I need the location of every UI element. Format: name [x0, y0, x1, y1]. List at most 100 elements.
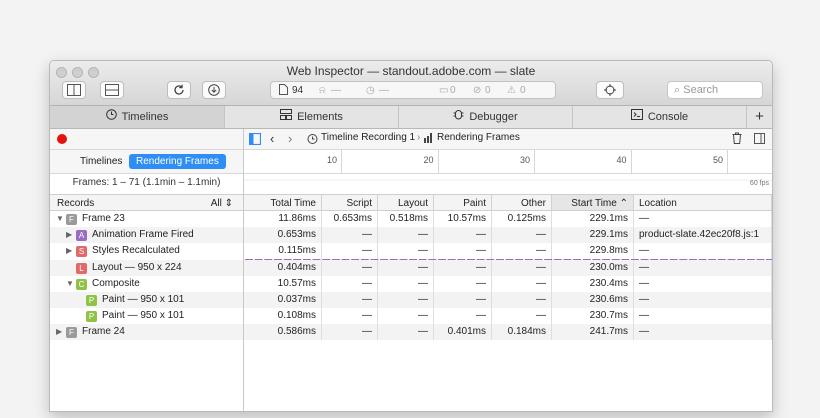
record-name: Layout — 950 x 224 [92, 261, 182, 273]
column-header-other[interactable]: Other [492, 194, 552, 211]
cell-layout: — [378, 324, 434, 341]
ruler-tick-label: 50 [713, 155, 724, 165]
document-icon [279, 84, 288, 97]
record-button[interactable] [57, 134, 67, 144]
search-field[interactable]: ⌕ Search [667, 81, 763, 99]
console-icon [630, 106, 643, 128]
toggle-navigation-sidebar-button[interactable] [248, 132, 262, 148]
column-header-label: Layout [397, 198, 428, 209]
error-count[interactable]: 0 [485, 84, 491, 97]
fps-label: 60 fps [749, 180, 769, 187]
tab-label: Debugger [469, 111, 518, 123]
frames-range-title: Frames: 1 – 71 (1.1min – 1.1min) [72, 177, 221, 188]
tab-elements[interactable]: Elements [225, 106, 399, 128]
column-header-start[interactable]: Start Time ⌃ [552, 194, 634, 211]
cell-location: — [634, 211, 772, 227]
record-type-badge-icon: L [76, 262, 87, 274]
disclosure-open-icon[interactable]: ▼ [66, 276, 76, 292]
cell-paint: — [434, 259, 492, 276]
trash-icon [732, 132, 742, 144]
rendering-frames-mode-button[interactable]: Rendering Frames [129, 154, 226, 169]
download-button[interactable] [202, 81, 226, 99]
cell-paint: 0.401ms [434, 324, 492, 341]
cell-script: — [322, 259, 378, 276]
table-row[interactable]: ▼ F Frame 23 11.86ms 0.653ms 0.518ms 10.57ms 0.… [50, 211, 772, 227]
record-type-badge-icon: C [76, 278, 87, 290]
record-name-cell: P Paint — 950 x 101 [50, 292, 244, 308]
updown-chevron-icon: ⇕ [224, 198, 233, 209]
reload-button[interactable] [167, 81, 191, 99]
cell-paint: — [434, 275, 492, 292]
tab-debugger[interactable]: Debugger [399, 106, 573, 128]
new-tab-button[interactable]: + [747, 106, 772, 128]
cell-location: — [634, 308, 772, 325]
clear-timeline-button[interactable] [732, 132, 742, 147]
disclosure-closed-icon[interactable]: ▶ [56, 324, 66, 340]
tab-console[interactable]: Console [573, 106, 747, 128]
table-row[interactable]: P Paint — 950 x 101 0.108ms — — — —230.7ms — [50, 308, 772, 325]
search-placeholder: Search [683, 84, 719, 96]
cell-layout: — [378, 275, 434, 292]
disclosure-closed-icon[interactable]: ▶ [66, 243, 76, 259]
forward-button[interactable]: › [288, 131, 292, 146]
cell-start: 229.8ms [552, 243, 634, 260]
table-row[interactable]: ▼ C Composite 10.57ms — — — —230.4ms — [50, 275, 772, 292]
cell-other: — [492, 308, 552, 325]
table-row[interactable]: ▶ A Animation Frame Fired 0.653ms — — — —229.1m… [50, 227, 772, 244]
record-name: Animation Frame Fired [92, 229, 194, 241]
cell-total: 0.037ms [244, 292, 322, 308]
column-header-total[interactable]: Total Time [244, 194, 322, 211]
toggle-details-sidebar-button[interactable] [754, 133, 765, 147]
disclosure-closed-icon[interactable]: ▶ [66, 227, 76, 243]
record-name-cell: ▶ S Styles Recalculated [50, 243, 244, 260]
inspect-element-button[interactable] [596, 81, 624, 99]
cell-script: — [322, 243, 378, 260]
dock-side-button[interactable] [100, 81, 124, 99]
ruler-tick-label: 10 [327, 155, 338, 165]
chevron-right-icon: › [288, 131, 293, 146]
cell-script: — [322, 324, 378, 341]
details-sidebar-icon [754, 133, 765, 144]
record-name: Styles Recalculated [92, 245, 180, 257]
record-type-badge-icon: A [76, 230, 87, 242]
activity-viewer: 94 ⍾ — ◷ — ▭ 0 ⊘ 0 ⚠ 0 [270, 81, 556, 99]
cell-other: — [492, 259, 552, 276]
breadcrumb-view[interactable]: Rendering Frames [437, 132, 520, 143]
dock-bottom-icon [105, 84, 119, 96]
ruler-tick-label: 40 [616, 155, 627, 165]
breadcrumb-recording[interactable]: Timeline Recording 1 [321, 132, 415, 143]
table-row[interactable]: ▶ S Styles Recalculated 0.115ms — — — —229.8ms — [50, 243, 772, 260]
table-row[interactable]: ▶ F Frame 24 0.586ms — —0.401ms 0.184ms 241.7ms… [50, 324, 772, 341]
table-row[interactable]: P Paint — 950 x 101 0.037ms — — — —230.6ms — [50, 292, 772, 308]
load-time: — [379, 85, 389, 96]
bar-chart-icon [424, 133, 434, 146]
cell-total: 0.404ms [244, 259, 322, 276]
timelines-mode-button[interactable]: Timelines [73, 154, 129, 169]
dock-bottom-button[interactable] [62, 81, 86, 99]
column-header-script[interactable]: Script [322, 194, 378, 211]
cell-layout: — [378, 259, 434, 276]
chevron-left-icon: ‹ [270, 131, 275, 146]
cell-start: 230.4ms [552, 275, 634, 292]
column-header-layout[interactable]: Layout [378, 194, 434, 211]
warning-count[interactable]: 0 [520, 84, 526, 97]
record-name-cell: ▶ F Frame 24 [50, 324, 244, 341]
reload-icon [174, 84, 184, 95]
resource-count[interactable]: 94 [292, 84, 303, 97]
records-filter[interactable]: All ⇕ [211, 195, 233, 212]
log-count[interactable]: 0 [450, 84, 456, 97]
column-header-location[interactable]: Location [634, 194, 772, 211]
back-button[interactable]: ‹ [270, 131, 274, 146]
cell-total: 0.115ms [244, 243, 322, 260]
ruler-tick [341, 150, 342, 173]
record-name: Frame 24 [82, 326, 125, 338]
ruler-tick [727, 150, 728, 173]
column-header-paint[interactable]: Paint [434, 194, 492, 211]
table-row[interactable]: L Layout — 950 x 224 0.404ms — — — —230.0ms — [50, 259, 772, 276]
cell-script: — [322, 227, 378, 244]
tab-timelines[interactable]: Timelines [50, 106, 225, 128]
disclosure-open-icon[interactable]: ▼ [56, 211, 66, 227]
record-name-cell: ▼ F Frame 23 [50, 211, 244, 227]
cell-other: — [492, 227, 552, 244]
record-name: Composite [92, 277, 140, 289]
